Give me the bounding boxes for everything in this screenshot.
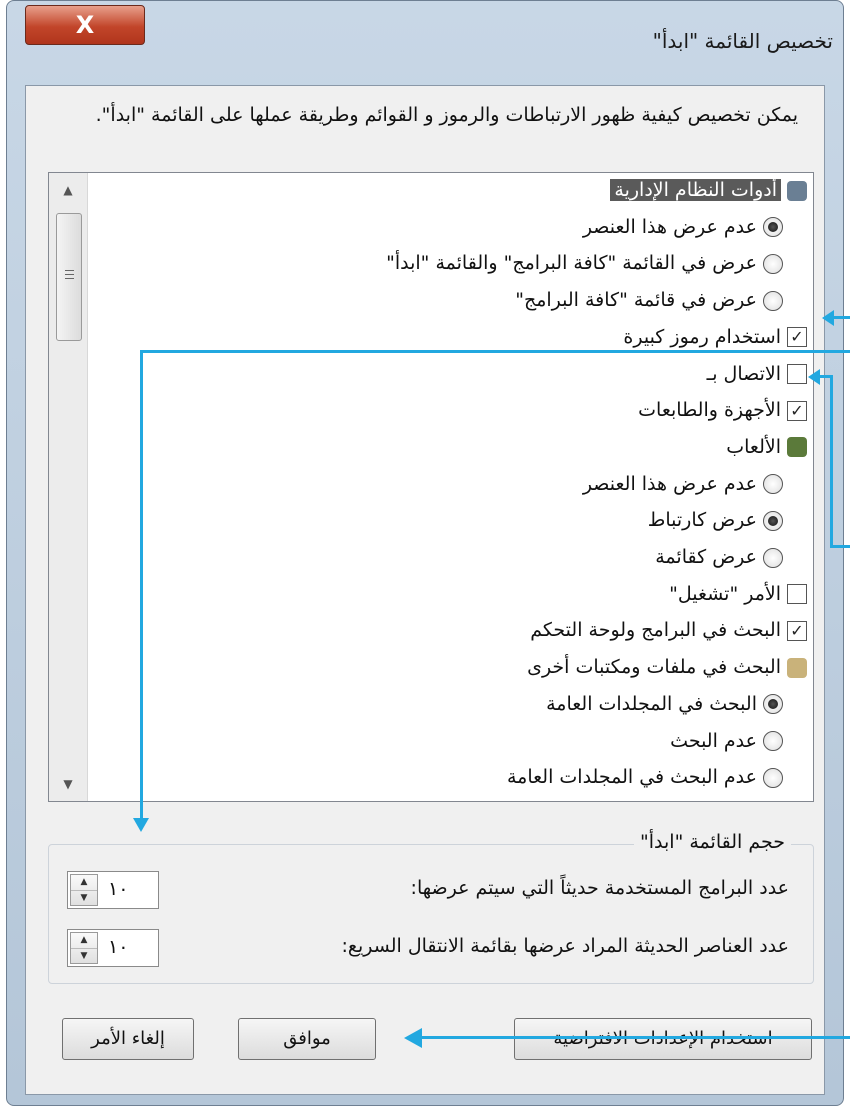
recent-programs-value[interactable]: ١٠: [108, 878, 128, 900]
window-title: تخصيص القائمة "ابدأ": [652, 29, 833, 53]
radio-unchecked-icon[interactable]: [763, 731, 783, 751]
radio-option[interactable]: عرض في القائمة "كافة البرامج" والقائمة "…: [386, 248, 783, 278]
checkbox-option[interactable]: الأمر "تشغيل": [669, 579, 807, 609]
jump-list-row: عدد العناصر الحديثة المراد عرضها بقائمة …: [67, 929, 789, 969]
description-text: يمكن تخصيص كيفية ظهور الارتباطات والرموز…: [95, 104, 798, 126]
category-item[interactable]: الألعاب: [726, 432, 807, 462]
grip-icon: [65, 270, 74, 271]
radio-unchecked-icon[interactable]: [763, 290, 783, 311]
checkbox-option[interactable]: ✓ الأجهزة والطابعات: [638, 395, 807, 425]
checkbox-option[interactable]: ✓ استخدام رموز كبيرة: [623, 322, 807, 352]
category-item[interactable]: أدوات النظام الإدارية: [610, 175, 807, 205]
scroll-down-arrow-icon[interactable]: ▼: [49, 767, 87, 801]
dialog-content: يمكن تخصيص كيفية ظهور الارتباطات والرموز…: [25, 85, 825, 1095]
spin-up-icon[interactable]: ▲: [71, 875, 97, 890]
radio-option[interactable]: عدم عرض هذا العنصر: [583, 212, 783, 242]
list-items: أدوات النظام الإدارية عدم عرض هذا العنصر ع…: [93, 173, 813, 801]
item-label: عدم عرض هذا العنصر: [582, 215, 757, 238]
spinner-buttons[interactable]: ▲ ▼: [70, 874, 98, 906]
item-label: البحث في ملفات ومكتبات أخرى: [527, 656, 781, 679]
checkbox-option[interactable]: ✓ البحث في البرامج ولوحة التحكم: [530, 615, 807, 645]
radio-checked-icon[interactable]: [763, 510, 783, 531]
title-bar: X تخصيص القائمة "ابدأ": [7, 1, 843, 85]
radio-unchecked-icon[interactable]: [763, 253, 783, 274]
recent-programs-row: عدد البرامج المستخدمة حديثاً التي سيتم ع…: [67, 871, 789, 911]
search-files-icon: [787, 657, 807, 678]
item-label: البحث في المجلدات العامة: [546, 692, 757, 715]
jump-list-label: عدد العناصر الحديثة المراد عرضها بقائمة …: [341, 935, 789, 957]
annotation-arrow-line: [140, 350, 143, 820]
annotation-arrow-line: [830, 375, 833, 545]
annotation-arrowhead-icon: [133, 818, 149, 832]
checkbox-option[interactable]: الاتصال بـ: [707, 359, 807, 389]
item-label: استخدام رموز كبيرة: [623, 325, 781, 348]
item-label: عدم عرض هذا العنصر: [582, 472, 757, 495]
annotation-arrow-line: [818, 375, 832, 378]
checkbox-checked-icon[interactable]: ✓: [787, 327, 807, 348]
radio-checked-icon[interactable]: [763, 217, 783, 238]
item-label: الأمر "تشغيل": [669, 582, 781, 605]
item-label: عرض كارتباط: [647, 509, 757, 532]
annotation-arrow-line: [830, 545, 850, 548]
spinner-buttons[interactable]: ▲ ▼: [70, 932, 98, 964]
annotation-arrowhead-icon: [808, 369, 820, 385]
item-label: عدم البحث: [670, 729, 757, 752]
customize-start-menu-dialog: X تخصيص القائمة "ابدأ" يمكن تخصيص كيفية …: [6, 0, 844, 1106]
radio-unchecked-icon[interactable]: [763, 767, 783, 788]
radio-checked-icon[interactable]: [763, 694, 783, 715]
cancel-button[interactable]: إلغاء الأمر: [62, 1018, 194, 1060]
options-list[interactable]: ▲ ▼ أدوات النظام الإدارية عدم عرض هذا الع…: [48, 172, 814, 802]
item-label: عرض في القائمة "كافة البرامج" والقائمة "…: [386, 252, 757, 275]
recent-programs-spinner[interactable]: ▲ ▼ ١٠: [67, 871, 159, 909]
group-title: حجم القائمة "ابدأ": [634, 831, 791, 853]
item-label: البحث في البرامج ولوحة التحكم: [530, 619, 781, 642]
radio-option[interactable]: عدم البحث: [670, 726, 783, 756]
spin-down-icon[interactable]: ▼: [71, 890, 97, 906]
category-item[interactable]: البحث في ملفات ومكتبات أخرى: [527, 652, 807, 682]
radio-option[interactable]: عرض كارتباط: [648, 505, 783, 535]
games-icon: [787, 437, 807, 458]
start-menu-size-group: حجم القائمة "ابدأ" عدد البرامج المستخدمة…: [48, 831, 814, 984]
scroll-thumb[interactable]: [56, 213, 82, 341]
annotation-arrowhead-icon: [822, 310, 834, 326]
item-label: عرض في قائمة "كافة البرامج": [515, 289, 757, 312]
radio-unchecked-icon[interactable]: [763, 474, 783, 495]
annotation-arrow-line: [140, 350, 850, 353]
spin-down-icon[interactable]: ▼: [71, 948, 97, 964]
checkbox-unchecked-icon[interactable]: [787, 364, 807, 384]
item-label: أدوات النظام الإدارية: [610, 179, 781, 201]
admin-tools-icon: [787, 180, 807, 201]
jump-list-value[interactable]: ١٠: [108, 936, 128, 958]
item-label: عدم البحث في المجلدات العامة: [506, 766, 757, 789]
ok-button[interactable]: موافق: [238, 1018, 376, 1060]
item-label: عرض كقائمة: [655, 546, 757, 568]
radio-option[interactable]: عرض في قائمة "كافة البرامج": [515, 285, 783, 315]
spin-up-icon[interactable]: ▲: [71, 933, 97, 948]
vertical-scrollbar[interactable]: ▲ ▼: [49, 173, 88, 801]
annotation-arrow-line: [420, 1036, 850, 1039]
item-label: الأجهزة والطابعات: [638, 399, 781, 422]
checkbox-unchecked-icon[interactable]: [787, 584, 807, 605]
item-label: الألعاب: [726, 435, 781, 458]
radio-option[interactable]: عدم عرض هذا العنصر: [583, 469, 783, 499]
recent-programs-label: عدد البرامج المستخدمة حديثاً التي سيتم ع…: [410, 877, 789, 899]
radio-unchecked-icon[interactable]: [763, 547, 783, 568]
radio-option[interactable]: عدم البحث في المجلدات العامة: [507, 762, 783, 792]
close-button[interactable]: X: [25, 5, 145, 45]
item-label: الاتصال بـ: [706, 362, 781, 385]
annotation-arrowhead-icon: [404, 1028, 422, 1048]
radio-option[interactable]: عرض كقائمة: [655, 542, 783, 572]
checkbox-checked-icon[interactable]: ✓: [787, 620, 807, 641]
use-defaults-button[interactable]: استخدام الإعدادات الافتراضية: [514, 1018, 812, 1060]
scroll-up-arrow-icon[interactable]: ▲: [49, 173, 87, 207]
checkbox-checked-icon[interactable]: ✓: [787, 400, 807, 421]
jump-list-spinner[interactable]: ▲ ▼ ١٠: [67, 929, 159, 967]
radio-option[interactable]: البحث في المجلدات العامة: [546, 689, 783, 719]
